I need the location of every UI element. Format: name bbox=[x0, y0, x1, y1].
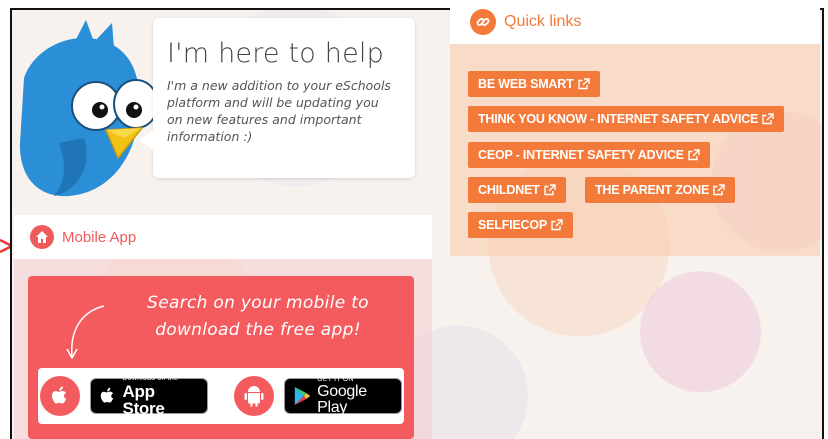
external-link-icon bbox=[577, 78, 590, 90]
external-link-icon bbox=[543, 184, 556, 196]
android-icon bbox=[234, 376, 274, 416]
link-label: THINK YOU KNOW - INTERNET SAFETY ADVICE bbox=[478, 112, 759, 126]
mascot-bird-image bbox=[19, 20, 159, 197]
store-badges-row: Download on the App Store GET IT ON Goog… bbox=[38, 368, 404, 424]
link-childnet[interactable]: CHILDNET bbox=[468, 177, 566, 203]
google-play-badge[interactable]: GET IT ON Google Play bbox=[284, 376, 402, 416]
app-promo-banner: Search on your mobile to download the fr… bbox=[28, 276, 414, 439]
speech-title: I'm here to help bbox=[167, 38, 384, 69]
link-label: CEOP - INTERNET SAFETY ADVICE bbox=[478, 148, 684, 162]
promo-text: Search on your mobile to download the fr… bbox=[147, 293, 369, 340]
app-store-small-text: Download on the bbox=[122, 375, 179, 382]
quick-links-title: Quick links bbox=[504, 13, 582, 30]
link-think-you-know[interactable]: THINK YOU KNOW - INTERNET SAFETY ADVICE bbox=[468, 106, 785, 132]
external-link-icon bbox=[762, 113, 774, 125]
external-link-icon bbox=[713, 184, 725, 196]
link-label: BE WEB SMART bbox=[478, 77, 574, 91]
curved-arrow-icon bbox=[66, 305, 105, 360]
link-selfiecop[interactable]: SELFIECOP bbox=[468, 212, 574, 238]
quick-links-header: Quick links bbox=[450, 0, 820, 44]
mobile-app-title: Mobile App bbox=[62, 228, 137, 246]
speech-bubble: I'm here to help I'm a new addition to y… bbox=[139, 18, 415, 178]
link-label: THE PARENT ZONE bbox=[595, 183, 710, 197]
apple-icon bbox=[40, 376, 80, 416]
external-link-icon bbox=[688, 149, 700, 161]
app-store-badge[interactable]: Download on the App Store bbox=[90, 375, 208, 418]
app-store-big-text: App Store bbox=[122, 382, 165, 418]
google-play-small-text: GET IT ON bbox=[317, 376, 354, 383]
link-label: CHILDNET bbox=[478, 183, 540, 197]
link-be-web-smart[interactable]: BE WEB SMART bbox=[468, 71, 600, 97]
link-the-parent-zone[interactable]: THE PARENT ZONE bbox=[585, 177, 736, 203]
speech-body: I'm a new addition to your eSchools plat… bbox=[167, 78, 391, 144]
link-ceop[interactable]: CEOP - INTERNET SAFETY ADVICE bbox=[468, 142, 710, 168]
google-play-icon bbox=[294, 386, 311, 406]
google-play-big-text: Google Play bbox=[317, 383, 367, 416]
external-link-icon bbox=[551, 219, 563, 231]
home-icon bbox=[30, 225, 54, 249]
apple-logo-icon bbox=[100, 387, 114, 403]
link-icon bbox=[470, 9, 496, 35]
mobile-app-header: Mobile App bbox=[14, 215, 432, 259]
link-label: SELFIECOP bbox=[478, 218, 548, 232]
